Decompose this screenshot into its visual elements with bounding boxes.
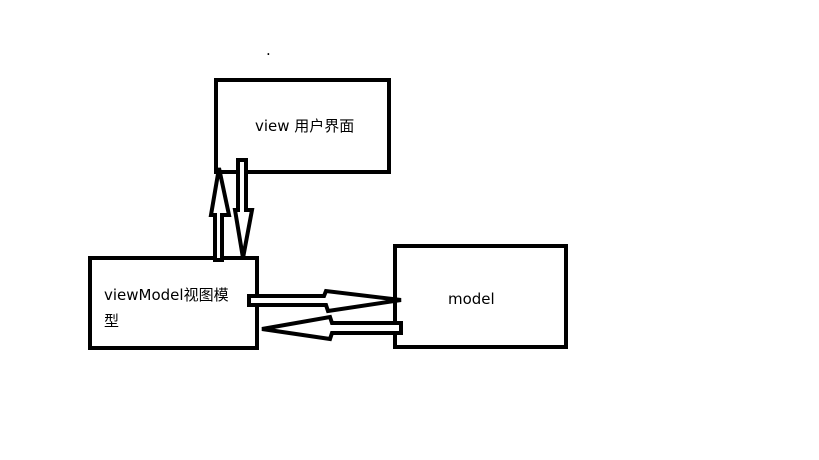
stray-mark: .	[266, 41, 271, 59]
arrow-viewmodel-to-model	[247, 288, 402, 314]
viewmodel-node: viewModel视图模 型	[88, 256, 259, 350]
mvvm-diagram: . view 用户界面 viewModel视图模 型 model	[88, 41, 568, 350]
arrow-view-to-viewmodel	[232, 158, 255, 259]
view-label: view 用户界面	[255, 117, 354, 135]
arrow-model-to-viewmodel	[261, 314, 403, 342]
model-label: model	[448, 290, 495, 308]
arrow-viewmodel-to-view	[208, 167, 232, 262]
viewmodel-label-line2: 型	[104, 312, 119, 330]
viewmodel-label-line1: viewModel视图模	[104, 286, 229, 304]
model-node: model	[393, 244, 568, 349]
